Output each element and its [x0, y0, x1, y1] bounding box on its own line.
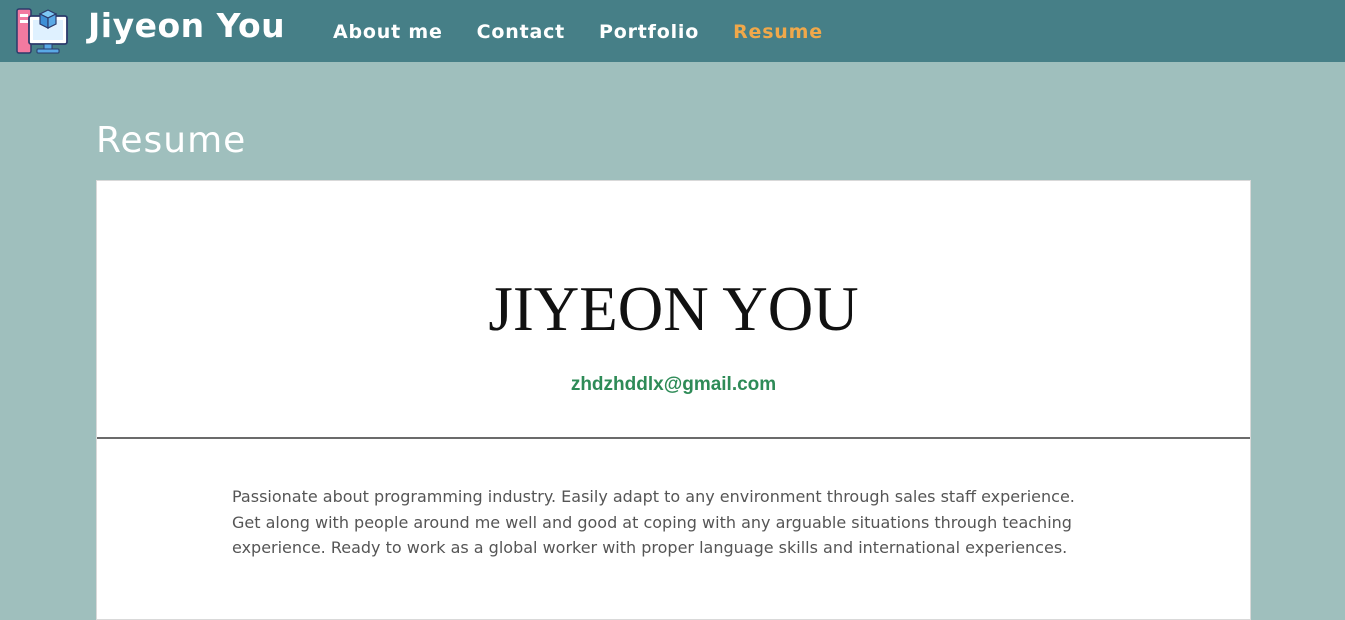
navbar: Jiyeon You About me Contact Portfolio Re… — [0, 0, 1345, 62]
resume-summary: Passionate about programming industry. E… — [232, 487, 1075, 557]
nav-contact[interactable]: Contact — [477, 18, 565, 46]
resume-name: JIYEON YOU — [488, 274, 859, 344]
resume-document: JIYEON YOU zhdzhddlx@gmail.com Passionat… — [96, 180, 1251, 620]
desktop-portfolio-icon[interactable] — [16, 6, 70, 56]
nav-links: About me Contact Portfolio Resume — [333, 18, 857, 46]
nav-portfolio[interactable]: Portfolio — [599, 18, 699, 46]
nav-resume[interactable]: Resume — [733, 18, 823, 46]
page-title: Resume — [96, 120, 247, 161]
nav-about-me[interactable]: About me — [333, 18, 443, 46]
site-brand[interactable]: Jiyeon You — [88, 4, 285, 48]
resume-divider — [97, 437, 1250, 439]
resume-email[interactable]: zhdzhddlx@gmail.com — [97, 373, 1250, 397]
